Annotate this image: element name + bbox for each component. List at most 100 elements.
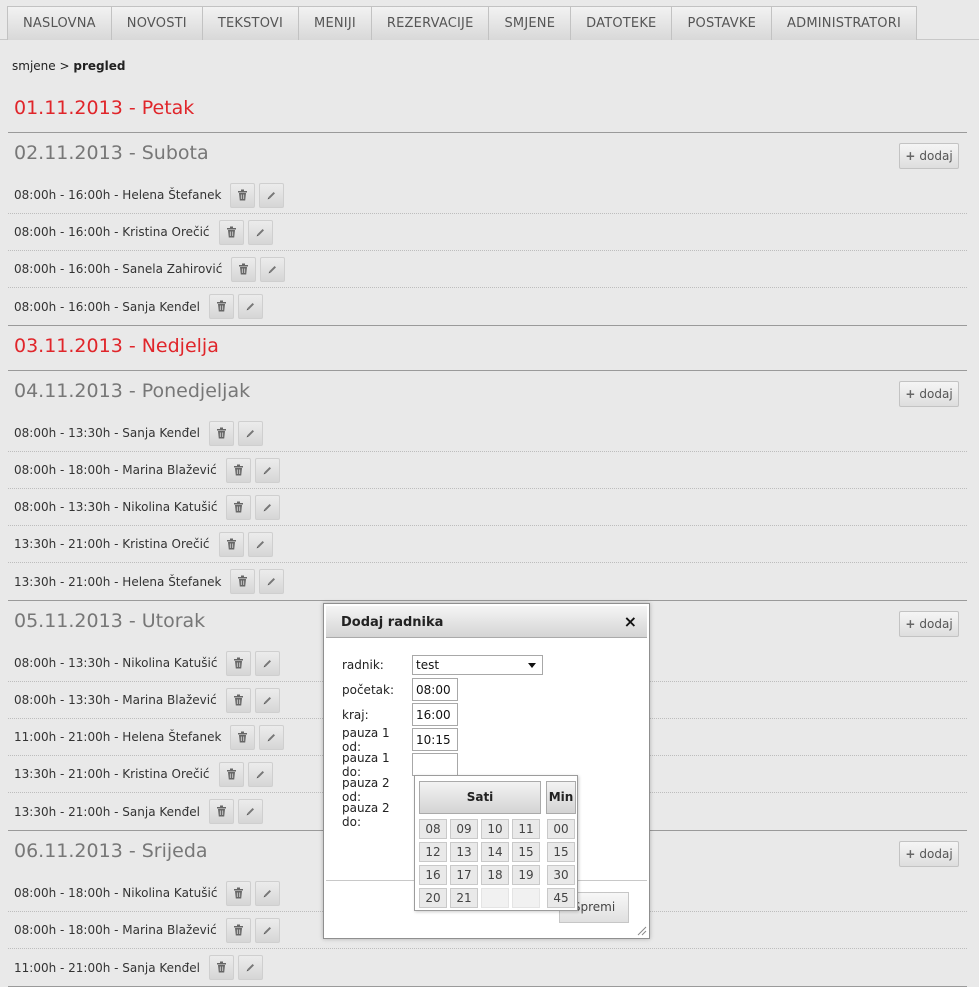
delete-shift-button[interactable] xyxy=(218,761,244,787)
day-title: 04.11.2013 - Ponedjeljak xyxy=(14,380,251,402)
tab-novosti[interactable]: NOVOSTI xyxy=(110,6,203,40)
resize-handle-icon[interactable] xyxy=(635,924,647,936)
delete-shift-button[interactable] xyxy=(230,182,256,208)
hour-option[interactable]: 11 xyxy=(512,819,540,839)
start-input[interactable] xyxy=(412,678,458,701)
hour-option[interactable]: 14 xyxy=(481,842,509,862)
pencil-icon xyxy=(255,535,266,554)
hour-option[interactable]: 12 xyxy=(419,842,447,862)
pencil-icon xyxy=(262,654,273,673)
delete-shift-button[interactable] xyxy=(208,955,234,980)
shift-text: 08:00h - 18:00h - Marina Blažević xyxy=(14,463,217,477)
edit-shift-button[interactable] xyxy=(247,219,273,245)
edit-shift-button[interactable] xyxy=(255,880,281,906)
break1-from-label: pauza 1 od: xyxy=(342,725,390,754)
delete-shift-button[interactable] xyxy=(225,457,251,483)
close-icon[interactable]: × xyxy=(624,612,637,631)
shift-text: 08:00h - 13:30h - Nikolina Katušić xyxy=(14,656,218,670)
delete-shift-button[interactable] xyxy=(225,917,251,943)
delete-shift-button[interactable] xyxy=(230,569,256,594)
edit-shift-button[interactable] xyxy=(237,955,263,980)
hour-option[interactable]: 08 xyxy=(419,819,447,839)
hour-option[interactable]: 15 xyxy=(512,842,540,862)
shift-text: 13:30h - 21:00h - Helena Štefanek xyxy=(14,574,222,589)
add-shift-button[interactable]: + dodaj xyxy=(899,611,959,637)
trash-icon xyxy=(216,424,227,443)
delete-shift-button[interactable] xyxy=(231,256,257,282)
edit-shift-button[interactable] xyxy=(259,182,285,208)
shift-row: 08:00h - 16:00h - Sanela Zahirović xyxy=(8,251,967,288)
tab-smjene[interactable]: SMJENE xyxy=(488,6,572,40)
add-shift-label: dodaj xyxy=(919,387,953,401)
trash-icon xyxy=(226,223,237,242)
delete-shift-button[interactable] xyxy=(226,880,252,906)
delete-shift-button[interactable] xyxy=(218,219,244,245)
plus-icon: + xyxy=(905,149,916,163)
shift-text: 13:30h - 21:00h - Kristina Orečić xyxy=(14,537,210,551)
hour-option[interactable]: 10 xyxy=(481,819,509,839)
tab-naslovna[interactable]: NASLOVNA xyxy=(7,6,112,40)
delete-shift-button[interactable] xyxy=(208,799,234,824)
hour-option[interactable]: 13 xyxy=(450,842,478,862)
delete-shift-button[interactable] xyxy=(218,531,244,557)
edit-shift-button[interactable] xyxy=(259,724,285,750)
edit-shift-button[interactable] xyxy=(237,420,263,446)
hour-option[interactable]: 16 xyxy=(419,865,447,885)
edit-shift-button[interactable] xyxy=(247,761,273,787)
hour-option[interactable]: 20 xyxy=(419,888,447,908)
shift-row: 08:00h - 16:00h - Sanja Kenđel xyxy=(8,288,967,325)
time-picker: Sati Min 08 09 10 11 00 12 13 14 15 15 16 17 18 19 30 2… xyxy=(414,775,578,911)
tab-meniji[interactable]: MENIJI xyxy=(298,6,372,40)
end-input[interactable] xyxy=(412,703,458,726)
delete-shift-button[interactable] xyxy=(208,294,234,319)
add-shift-button[interactable]: + dodaj xyxy=(899,143,959,169)
edit-shift-button[interactable] xyxy=(237,799,263,824)
breadcrumb: smjene > pregled xyxy=(12,59,125,73)
trash-icon xyxy=(226,765,237,784)
add-shift-button[interactable]: + dodaj xyxy=(899,841,959,867)
minute-option[interactable]: 00 xyxy=(547,819,575,839)
break1-to-input[interactable] xyxy=(412,753,458,776)
breadcrumb-parent[interactable]: smjene xyxy=(12,59,56,73)
add-shift-button[interactable]: + dodaj xyxy=(899,381,959,407)
tab-datoteke[interactable]: DATOTEKE xyxy=(570,6,673,40)
trash-icon xyxy=(216,802,227,821)
break1-from-input[interactable] xyxy=(412,728,458,751)
edit-shift-button[interactable] xyxy=(260,256,286,282)
delete-shift-button[interactable] xyxy=(230,724,256,750)
pencil-icon xyxy=(245,958,256,977)
shift-text: 08:00h - 18:00h - Marina Blažević xyxy=(14,923,217,937)
hour-option[interactable]: 17 xyxy=(450,865,478,885)
pencil-icon xyxy=(262,884,273,903)
minute-option[interactable]: 45 xyxy=(547,888,575,908)
edit-shift-button[interactable] xyxy=(254,917,280,943)
edit-shift-button[interactable] xyxy=(254,457,280,483)
day-title: 01.11.2013 - Petak xyxy=(14,97,195,119)
delete-shift-button[interactable] xyxy=(225,687,251,713)
edit-shift-button[interactable] xyxy=(247,531,273,557)
hour-option[interactable]: 09 xyxy=(450,819,478,839)
tab-tekstovi[interactable]: TEKSTOVI xyxy=(201,6,300,40)
edit-shift-button[interactable] xyxy=(255,650,281,676)
worker-select[interactable]: test xyxy=(412,654,543,675)
shift-text: 08:00h - 13:30h - Nikolina Katušić xyxy=(14,500,218,514)
edit-shift-button[interactable] xyxy=(254,687,280,713)
shift-row: 08:00h - 13:30h - Nikolina Katušić xyxy=(8,489,967,526)
hour-option[interactable]: 18 xyxy=(481,865,509,885)
hour-option[interactable]: 21 xyxy=(450,888,478,908)
hour-option[interactable]: 19 xyxy=(512,865,540,885)
tab-rezervacije[interactable]: REZERVACIJE xyxy=(370,6,490,40)
empty-cell xyxy=(512,888,540,908)
edit-shift-button[interactable] xyxy=(259,569,285,594)
minute-option[interactable]: 15 xyxy=(547,842,575,862)
edit-shift-button[interactable] xyxy=(237,294,263,319)
edit-shift-button[interactable] xyxy=(255,494,281,520)
shift-text: 08:00h - 16:00h - Sanja Kenđel xyxy=(14,299,200,314)
delete-shift-button[interactable] xyxy=(226,650,252,676)
delete-shift-button[interactable] xyxy=(226,494,252,520)
minute-option[interactable]: 30 xyxy=(547,865,575,885)
tab-administratori[interactable]: ADMINISTRATORI xyxy=(771,6,917,40)
pencil-icon xyxy=(255,765,266,784)
delete-shift-button[interactable] xyxy=(208,420,234,446)
tab-postavke[interactable]: POSTAVKE xyxy=(671,6,773,40)
